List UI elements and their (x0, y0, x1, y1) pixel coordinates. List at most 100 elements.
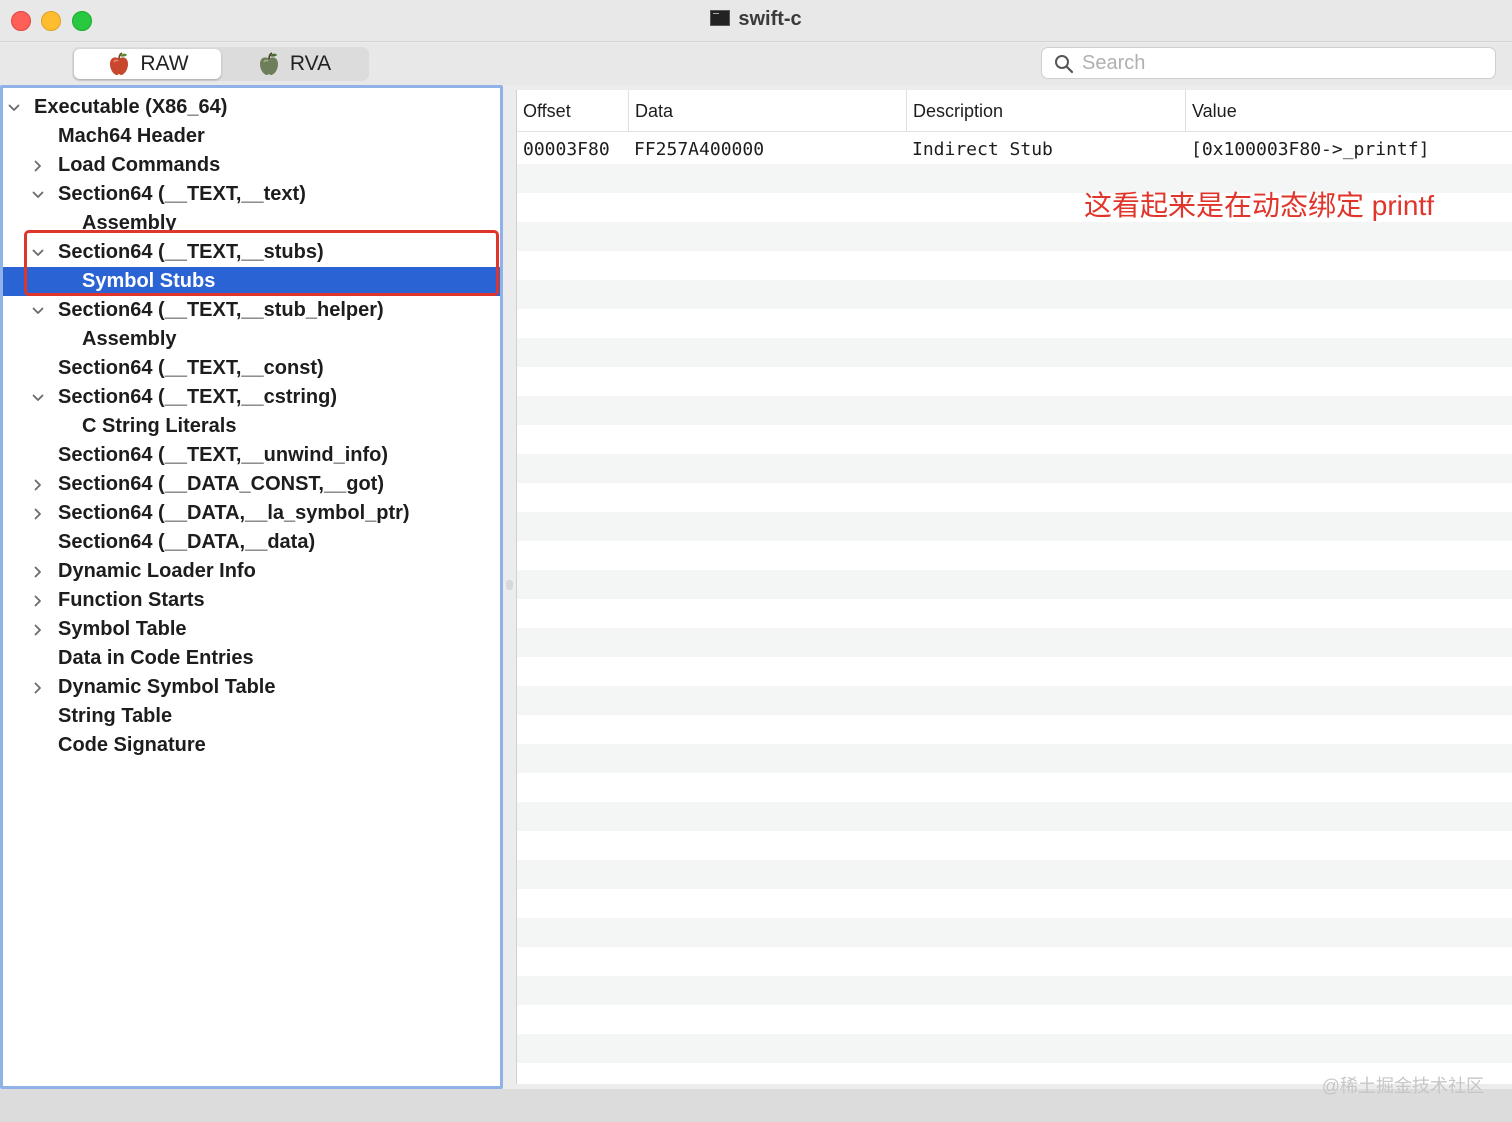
table-row-background (517, 831, 1512, 860)
tree-item[interactable]: Load Commands (3, 151, 500, 180)
chevron-right-icon[interactable] (32, 508, 44, 520)
table-row-background (517, 860, 1512, 889)
tree-item[interactable]: String Table (3, 702, 500, 731)
tree-item[interactable]: Code Signature (3, 731, 500, 760)
tree-item[interactable]: Section64 (__TEXT,__unwind_info) (3, 441, 500, 470)
divider-handle[interactable] (506, 580, 513, 590)
tree-item-label: C String Literals (82, 415, 237, 437)
chevron-down-icon[interactable] (32, 189, 44, 201)
table-row-background (517, 686, 1512, 715)
tree-item[interactable]: Section64 (__TEXT,__stubs) (3, 238, 500, 267)
cell-description: Indirect Stub (912, 139, 1053, 160)
search-input[interactable] (1082, 48, 1482, 78)
window-title-container: swift-c (0, 8, 1512, 31)
table-row-background (517, 483, 1512, 512)
tree-item[interactable]: Executable (X86_64) (3, 93, 500, 122)
mode-segmented-control: RAW RVA (72, 47, 369, 81)
search-icon (1055, 55, 1074, 74)
tree-item[interactable]: Section64 (__DATA,__la_symbol_ptr) (3, 499, 500, 528)
column-header-offset[interactable]: Offset (517, 90, 628, 132)
tree-item-label: Code Signature (58, 734, 206, 756)
tree-item-label: Section64 (__TEXT,__unwind_info) (58, 444, 389, 466)
table-row-background (517, 802, 1512, 831)
tree-item[interactable]: Section64 (__TEXT,__const) (3, 354, 500, 383)
tree-item[interactable]: Mach64 Header (3, 122, 500, 151)
chevron-down-icon[interactable] (32, 392, 44, 404)
table-row-background (517, 512, 1512, 541)
column-header-data[interactable]: Data (628, 90, 906, 132)
table-row-background (517, 976, 1512, 1005)
sidebar-tree: Executable (X86_64) Mach64 Header Load Com… (0, 85, 503, 1089)
column-header-value[interactable]: Value (1185, 90, 1512, 132)
tree-item[interactable]: Function Starts (3, 586, 500, 615)
tree-item-label: Assembly (82, 212, 177, 234)
chevron-down-icon[interactable] (32, 247, 44, 259)
chevron-right-icon[interactable] (32, 595, 44, 607)
table-row-background (517, 222, 1512, 251)
tree-item-label: Data in Code Entries (58, 647, 254, 669)
cell-offset: 00003F80 (523, 139, 610, 160)
split-view-divider[interactable] (503, 85, 516, 1085)
tree-item-label: Dynamic Loader Info (58, 560, 256, 582)
table-row-background (517, 889, 1512, 918)
table-row-background (517, 715, 1512, 744)
tree-item-label: Section64 (__TEXT,__stub_helper) (58, 299, 384, 321)
tree-item-label: Section64 (__TEXT,__const) (58, 357, 324, 379)
chevron-right-icon[interactable] (32, 479, 44, 491)
table-row-background (517, 918, 1512, 947)
raw-mode-button[interactable]: RAW (74, 49, 221, 79)
chevron-down-icon[interactable] (32, 305, 44, 317)
table-row-background (517, 1034, 1512, 1063)
table-row-background (517, 338, 1512, 367)
column-header-description[interactable]: Description (906, 90, 1185, 132)
tree-item[interactable]: Symbol Stubs (3, 267, 500, 296)
rva-mode-button[interactable]: RVA (220, 49, 367, 79)
tree-item[interactable]: Section64 (__DATA_CONST,__got) (3, 470, 500, 499)
tree-item[interactable]: Section64 (__TEXT,__stub_helper) (3, 296, 500, 325)
toolbar: RAW RVA (0, 43, 1512, 85)
apple-icon (259, 52, 278, 75)
tree-item[interactable]: Section64 (__TEXT,__text) (3, 180, 500, 209)
tree-item-label: Symbol Stubs (82, 270, 216, 292)
bottom-bar (0, 1089, 1512, 1122)
tree-item[interactable]: Assembly (3, 325, 500, 354)
tree-item-label: Section64 (__TEXT,__cstring) (58, 386, 337, 408)
search-field[interactable] (1041, 47, 1496, 79)
tree-item[interactable]: Dynamic Symbol Table (3, 673, 500, 702)
tree-item-label: Dynamic Symbol Table (58, 676, 276, 698)
table-row-background (517, 947, 1512, 976)
annotation-text: 这看起来是在动态绑定 printf (1084, 190, 1435, 221)
tree-item[interactable]: Section64 (__TEXT,__cstring) (3, 383, 500, 412)
chevron-right-icon[interactable] (32, 566, 44, 578)
chevron-right-icon[interactable] (32, 624, 44, 636)
table-row-background (517, 309, 1512, 338)
table-row[interactable]: 00003F80 FF257A400000 Indirect Stub [0x1… (517, 135, 1512, 164)
tree-item-label: Executable (X86_64) (34, 96, 228, 118)
cell-data: FF257A400000 (634, 139, 765, 160)
data-table: Offset Data Description Value 00003F80 F… (516, 90, 1512, 1084)
tree-item[interactable]: Section64 (__DATA,__data) (3, 528, 500, 557)
table-row-background (517, 744, 1512, 773)
chevron-down-icon[interactable] (8, 102, 20, 114)
table-row-background (517, 1005, 1512, 1034)
table-row-background (517, 280, 1512, 309)
table-row-background (517, 251, 1512, 280)
tree-item[interactable]: Dynamic Loader Info (3, 557, 500, 586)
tree-item[interactable]: Assembly (3, 209, 500, 238)
terminal-icon (710, 10, 731, 26)
chevron-right-icon[interactable] (32, 160, 44, 172)
tree-item-label: Section64 (__DATA,__data) (58, 531, 316, 553)
tree-item[interactable]: Symbol Table (3, 615, 500, 644)
tree-item[interactable]: Data in Code Entries (3, 644, 500, 673)
table-header: Offset Data Description Value (517, 90, 1512, 132)
table-row-background (517, 570, 1512, 599)
tree-item-label: Section64 (__DATA_CONST,__got) (58, 473, 384, 495)
chevron-right-icon[interactable] (32, 682, 44, 694)
table-row-background (517, 425, 1512, 454)
table-row-background (517, 541, 1512, 570)
table-row-background (517, 599, 1512, 628)
tree-item-label: Symbol Table (58, 618, 187, 640)
tree-item[interactable]: C String Literals (3, 412, 500, 441)
table-row-background (517, 367, 1512, 396)
cell-value: [0x100003F80->_printf] (1191, 139, 1430, 160)
